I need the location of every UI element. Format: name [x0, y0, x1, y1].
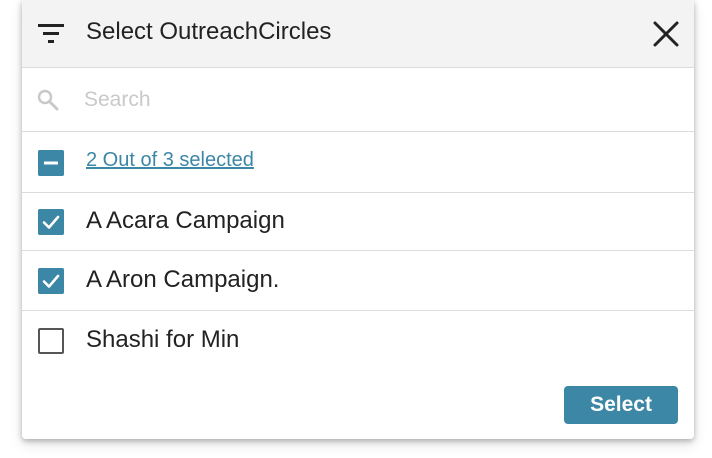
item-checkbox[interactable] [38, 268, 64, 294]
dialog-header: Select OutreachCircles [22, 0, 694, 68]
select-outreachcircles-dialog: Select OutreachCircles 2 Out of 3 select… [22, 0, 694, 439]
item-label: Shashi for Min [86, 326, 240, 353]
close-icon[interactable] [650, 18, 682, 50]
filter-icon [38, 24, 64, 43]
select-all-checkbox[interactable] [38, 150, 64, 176]
list-item[interactable]: A Acara Campaign [22, 193, 694, 251]
search-icon [37, 89, 59, 111]
selection-summary-link[interactable]: 2 Out of 3 selected [86, 146, 254, 174]
item-checkbox[interactable] [38, 328, 64, 354]
search-input[interactable] [84, 82, 664, 118]
dialog-title: Select OutreachCircles [86, 18, 332, 45]
select-all-row[interactable]: 2 Out of 3 selected [22, 132, 694, 193]
item-checkbox[interactable] [38, 209, 64, 235]
select-button[interactable]: Select [564, 386, 678, 424]
dialog-footer: Select [22, 370, 694, 439]
list-item[interactable]: A Aron Campaign. [22, 251, 694, 311]
search-row [22, 68, 694, 132]
item-label: A Aron Campaign. [86, 266, 280, 293]
item-label: A Acara Campaign [86, 207, 285, 234]
list-item[interactable]: Shashi for Min [22, 311, 694, 370]
